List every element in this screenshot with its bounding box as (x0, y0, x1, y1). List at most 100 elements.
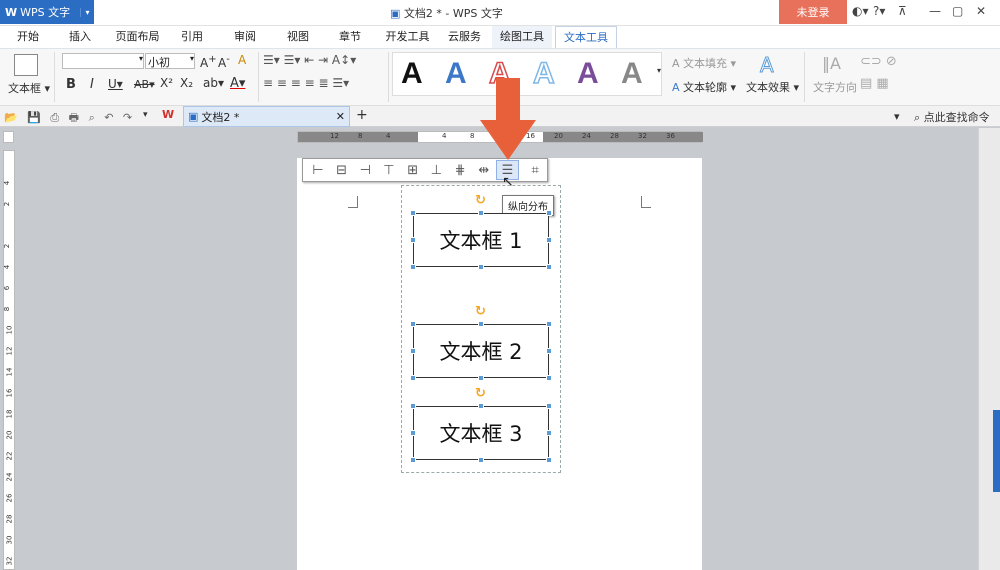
new-tab-icon[interactable]: + (356, 107, 368, 123)
text-style-purple-icon[interactable]: A (577, 57, 599, 91)
tab-drawing-tools[interactable]: 绘图工具 (492, 26, 552, 48)
distribute-horizontal-icon[interactable]: ⋕ (448, 160, 472, 180)
resize-handle[interactable] (410, 348, 416, 354)
text-style-black-icon[interactable]: A (401, 57, 423, 91)
italic-icon[interactable]: I (90, 77, 94, 92)
skin-icon[interactable]: ◐▾ (852, 4, 869, 18)
qat-dropdown-icon[interactable]: ▾ (143, 110, 148, 120)
alignment-icons[interactable]: ≡ ≡ ≡ ≡ ≣ ☰▾ (263, 76, 349, 90)
resize-handle[interactable] (478, 264, 484, 270)
font-family-select[interactable]: ▾ (62, 53, 144, 69)
textbox-3-text[interactable]: 文本框 3 (413, 406, 549, 460)
text-direction-icon[interactable]: ‖A (822, 54, 841, 73)
subscript-icon[interactable]: X₂ (180, 76, 193, 90)
tab-cloud[interactable]: 云服务 (442, 26, 487, 48)
font-shrink-icon[interactable]: A- (218, 54, 230, 70)
align-right-icon[interactable]: ⊣ (353, 160, 377, 180)
font-grow-icon[interactable]: A+ (200, 54, 217, 70)
gallery-more-icon[interactable]: ▾ (657, 66, 661, 75)
resize-handle[interactable] (546, 457, 552, 463)
resize-handle[interactable] (546, 264, 552, 270)
textbox-2[interactable]: 文本框 2 (413, 324, 549, 378)
help-icon[interactable]: ?▾ (873, 4, 885, 18)
resize-handle[interactable] (546, 237, 552, 243)
resize-handle[interactable] (478, 210, 484, 216)
resize-handle[interactable] (410, 430, 416, 436)
command-search[interactable]: ⌕ 点此查找命令 (914, 109, 990, 125)
ruler-corner[interactable] (3, 131, 14, 143)
align-bottom-icon[interactable]: ⊥ (425, 160, 449, 180)
app-menu-button[interactable]: W WPS 文字 ▾ (0, 0, 94, 24)
tab-references[interactable]: 引用 (172, 26, 212, 48)
strikethrough-icon[interactable]: AB▾ (134, 78, 155, 91)
login-button[interactable]: 未登录 (779, 0, 847, 24)
highlight-icon[interactable]: ab▾ (203, 76, 224, 90)
tab-view[interactable]: 视图 (278, 26, 318, 48)
clear-format-icon[interactable]: A (238, 53, 246, 67)
text-fill-button[interactable]: A 文本填充 ▾ (672, 55, 736, 71)
textbox-3[interactable]: 文本框 3 (413, 406, 549, 460)
tab-page-layout[interactable]: 页面布局 (110, 26, 165, 48)
resize-handle[interactable] (478, 403, 484, 409)
text-direction-button[interactable]: 文字方向 (813, 79, 857, 95)
text-style-blue-icon[interactable]: A (445, 57, 467, 91)
quick-access-icons[interactable]: 📂 💾 ⎙ 🖶 ⌕ ↶ ↷ (4, 109, 135, 128)
align-top-icon[interactable]: ⊤ (377, 160, 401, 180)
tab-section[interactable]: 章节 (330, 26, 370, 48)
link-icon[interactable]: ⊂⊃ ⊘ (860, 54, 897, 69)
resize-handle[interactable] (546, 403, 552, 409)
text-effect-icon[interactable]: A (760, 53, 775, 78)
resize-handle[interactable] (478, 457, 484, 463)
distribute-spacing-icon[interactable]: ⇹ (472, 160, 496, 180)
textbox-1-text[interactable]: 文本框 1 (413, 213, 549, 267)
collapse-ribbon-icon[interactable]: ⊼ (898, 4, 907, 18)
font-size-select[interactable]: 小初 ▾ (145, 53, 195, 69)
rotate-handle-icon[interactable]: ↻ (475, 386, 486, 401)
resize-handle[interactable] (546, 375, 552, 381)
superscript-icon[interactable]: X² (160, 76, 173, 90)
paragraph-icons[interactable]: ☰▾ ☰▾ ⇤ ⇥ A↕▾ (263, 53, 356, 67)
align-center-icon[interactable]: ⊟ (330, 160, 354, 180)
bold-icon[interactable]: B (66, 77, 76, 92)
chevron-down-icon[interactable]: ▾ (80, 7, 94, 17)
align-middle-icon[interactable]: ⊞ (401, 160, 425, 180)
resize-handle[interactable] (546, 348, 552, 354)
resize-handle[interactable] (478, 375, 484, 381)
tab-review[interactable]: 审阅 (225, 26, 265, 48)
maximize-icon[interactable]: ▢ (952, 4, 963, 18)
rotate-handle-icon[interactable]: ↻ (475, 193, 486, 208)
vertical-scrollbar[interactable] (978, 128, 1000, 570)
resize-handle[interactable] (546, 321, 552, 327)
resize-handle[interactable] (410, 403, 416, 409)
tab-developer[interactable]: 开发工具 (380, 26, 435, 48)
resize-handle[interactable] (546, 430, 552, 436)
resize-handle[interactable] (410, 237, 416, 243)
scrollbar-thumb[interactable] (993, 410, 1000, 492)
textbox-1[interactable]: 文本框 1 (413, 213, 549, 267)
text-style-grey-icon[interactable]: A (621, 57, 643, 91)
underline-icon[interactable]: U▾ (108, 77, 123, 91)
filter-icon[interactable]: ▾ (894, 110, 900, 123)
resize-handle[interactable] (410, 375, 416, 381)
textbox-icon[interactable] (14, 54, 38, 76)
text-layout-icon[interactable]: ▤ ▦ (860, 76, 889, 91)
resize-handle[interactable] (410, 264, 416, 270)
tab-text-tools[interactable]: 文本工具 (555, 26, 617, 48)
group-icon[interactable]: ⌗ (523, 160, 547, 180)
close-tab-icon[interactable]: ✕ (336, 110, 345, 123)
font-color-icon[interactable]: A▾ (230, 76, 245, 91)
document-tab[interactable]: ▣ 文档2 * ✕ (183, 106, 350, 127)
close-icon[interactable]: ✕ (976, 4, 986, 18)
tab-start[interactable]: 开始 (8, 26, 48, 48)
text-effect-button[interactable]: 文本效果 ▾ (746, 79, 799, 95)
textbox-button[interactable]: 文本框 ▾ (8, 80, 50, 96)
rotate-handle-icon[interactable]: ↻ (475, 304, 486, 319)
resize-handle[interactable] (410, 457, 416, 463)
textbox-2-text[interactable]: 文本框 2 (413, 324, 549, 378)
align-left-icon[interactable]: ⊢ (306, 160, 330, 180)
vertical-ruler[interactable]: 4 2 2 4 6 8 10 12 14 16 18 20 22 24 26 28 30 32 (3, 150, 15, 570)
minimize-icon[interactable]: — (929, 4, 941, 18)
resize-handle[interactable] (410, 321, 416, 327)
resize-handle[interactable] (410, 210, 416, 216)
text-outline-button[interactable]: A 文本轮廓 ▾ (672, 79, 736, 95)
